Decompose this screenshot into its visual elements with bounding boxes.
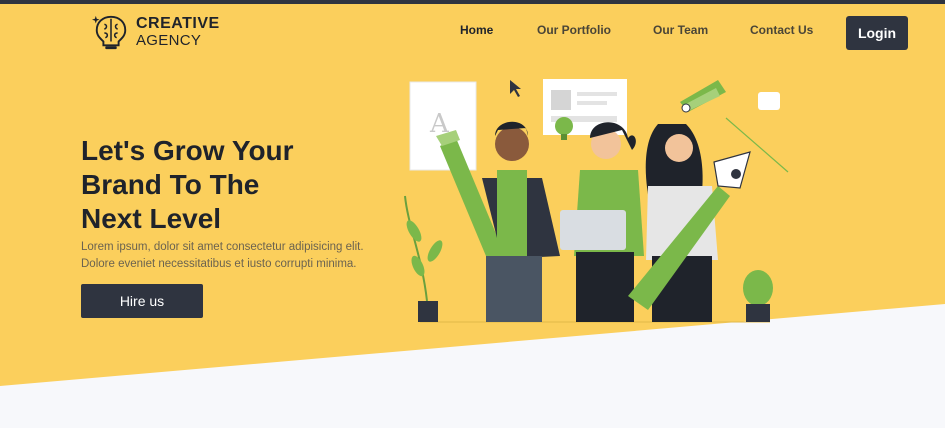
brand-name-line1: CREATIVE bbox=[136, 15, 220, 32]
nav-contact-us[interactable]: Contact Us bbox=[750, 23, 813, 37]
hire-us-button[interactable]: Hire us bbox=[81, 284, 203, 318]
team-illustration: A bbox=[404, 79, 789, 323]
hero-title: Let's Grow Your Brand To The Next Level bbox=[81, 134, 341, 236]
hero-description-line: Lorem ipsum, dolor sit amet consectetur … bbox=[81, 241, 364, 253]
nav-home[interactable]: Home bbox=[460, 23, 493, 37]
hero-title-line: Brand To The bbox=[81, 169, 260, 200]
login-button[interactable]: Login bbox=[846, 16, 908, 50]
nav-our-team[interactable]: Our Team bbox=[653, 23, 708, 37]
hero-description: Lorem ipsum, dolor sit amet consectetur … bbox=[81, 239, 381, 273]
brand-name-line2: AGENCY bbox=[136, 32, 202, 49]
brain-bulb-icon bbox=[92, 15, 127, 50]
brand-logo[interactable]: CREATIVE AGENCY bbox=[92, 13, 220, 51]
site-header: CREATIVE AGENCY Home Our Portfolio Our T… bbox=[0, 4, 945, 60]
hero-description-line: Dolore eveniet necessitatibus et iusto c… bbox=[81, 258, 357, 270]
hero-title-line: Let's Grow Your bbox=[81, 135, 294, 166]
hero-title-line: Next Level bbox=[81, 203, 222, 234]
nav-our-portfolio[interactable]: Our Portfolio bbox=[537, 23, 611, 37]
